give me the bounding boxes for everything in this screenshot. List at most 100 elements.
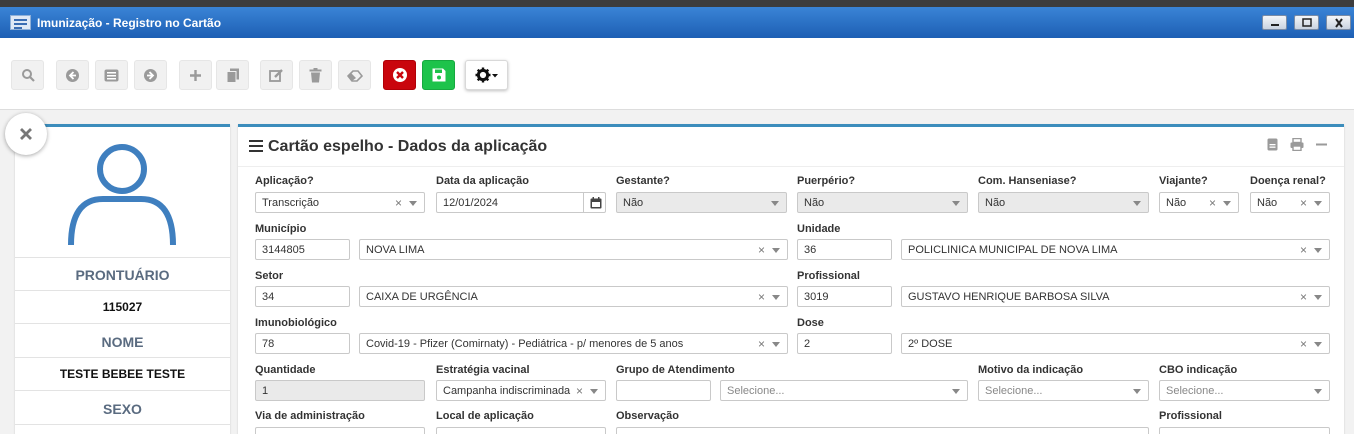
chevron-down-icon (1314, 295, 1322, 300)
plus-icon (190, 69, 201, 81)
profissional-label: Profissional (797, 270, 860, 282)
chevron-down-icon (772, 342, 780, 347)
close-window-button[interactable] (1326, 15, 1351, 30)
doenca-renal-select[interactable]: Não × (1250, 192, 1330, 213)
dose-select[interactable]: 2º DOSE × (901, 333, 1330, 354)
clear-selection-icon[interactable]: × (758, 337, 765, 351)
setor-label: Setor (255, 270, 284, 282)
clear-selection-icon[interactable]: × (1300, 243, 1307, 257)
imunobiologico-select-text: Covid-19 - Pfizer (Comirnaty) - Pediátri… (366, 338, 684, 350)
local-select[interactable] (436, 427, 606, 434)
dose-label: Dose (797, 317, 824, 329)
clear-selection-icon[interactable]: × (1300, 290, 1307, 304)
copy-button[interactable] (216, 60, 249, 90)
next-button[interactable] (134, 60, 167, 90)
clear-selection-icon[interactable]: × (1300, 196, 1307, 210)
gestante-select: Não (616, 192, 787, 213)
add-button[interactable] (179, 60, 212, 90)
minimize-window-button[interactable] (1262, 15, 1287, 30)
viajante-select[interactable]: Não × (1159, 192, 1239, 213)
maximize-icon (1301, 18, 1312, 27)
prontuario-value: 115027 (102, 300, 143, 314)
document-icon[interactable] (1267, 138, 1278, 151)
profissional-code-input[interactable]: 3019 (797, 286, 892, 307)
unidade-code-input[interactable]: 36 (797, 239, 892, 260)
via-label: Via de administração (255, 410, 365, 422)
minimize-panel-icon[interactable] (1316, 138, 1327, 151)
imunobiologico-code-input[interactable]: 78 (255, 333, 350, 354)
unidade-select[interactable]: POLICLINICA MUNICIPAL DE NOVA LIMA × (901, 239, 1330, 260)
estrategia-label: Estratégia vacinal (436, 364, 530, 376)
estrategia-select[interactable]: Campanha indiscriminada × (436, 380, 606, 401)
setor-select[interactable]: CAIXA DE URGÊNCIA × (359, 286, 788, 307)
imunobiologico-select[interactable]: Covid-19 - Pfizer (Comirnaty) - Pediátri… (359, 333, 788, 354)
clear-selection-icon[interactable]: × (1300, 337, 1307, 351)
grupo-select[interactable]: Selecione... (720, 380, 968, 401)
setor-select-text: CAIXA DE URGÊNCIA (366, 291, 478, 303)
menu-icon (249, 140, 263, 152)
gestante-label: Gestante? (616, 175, 670, 187)
cbo-label: CBO indicação (1159, 364, 1238, 376)
data-aplicacao-input[interactable]: 12/01/2024 (436, 192, 606, 213)
clear-selection-icon[interactable]: × (395, 196, 402, 210)
puerperio-select-text: Não (804, 197, 825, 209)
observacao-label: Observação (616, 410, 679, 422)
panel-title: Cartão espelho - Dados da aplicação (268, 138, 548, 155)
grupo-code-input[interactable] (616, 380, 711, 401)
profissional2-select[interactable] (1159, 427, 1330, 434)
patient-profile-panel: PRONTUÁRIO 115027 NOME TESTE BEBEE TESTE… (15, 124, 230, 434)
calendar-icon[interactable] (590, 197, 602, 209)
close-profile-button[interactable] (5, 113, 47, 155)
app-icon (10, 15, 31, 30)
clear-selection-icon[interactable]: × (576, 384, 583, 398)
cbo-select[interactable]: Selecione... (1159, 380, 1330, 401)
unidade-select-text: POLICLINICA MUNICIPAL DE NOVA LIMA (908, 244, 1118, 256)
list-icon (104, 69, 119, 81)
local-label: Local de aplicação (436, 410, 534, 422)
imunobiologico-label: Imunobiológico (255, 317, 337, 329)
clear-selection-icon[interactable]: × (758, 290, 765, 304)
viajante-select-text: Não (1166, 197, 1187, 209)
profissional-select[interactable]: GUSTAVO HENRIQUE BARBOSA SILVA × (901, 286, 1330, 307)
profissional-select-text: GUSTAVO HENRIQUE BARBOSA SILVA (908, 291, 1110, 303)
save-button[interactable] (422, 60, 455, 90)
clear-selection-icon[interactable]: × (1209, 196, 1216, 210)
quantidade-input-text: 1 (262, 385, 269, 397)
aplicacao-select-text: Transcrição (262, 197, 320, 209)
municipio-select[interactable]: NOVA LIMA × (359, 239, 788, 260)
dose-select-text: 2º DOSE (908, 338, 953, 350)
save-icon (432, 68, 445, 82)
municipio-select-text: NOVA LIMA (366, 244, 425, 256)
dose-code-input[interactable]: 2 (797, 333, 892, 354)
aplicacao-select[interactable]: Transcrição × (255, 192, 425, 213)
minimize-icon (1270, 23, 1279, 26)
via-select[interactable] (255, 427, 425, 434)
cancel-button[interactable] (383, 60, 416, 90)
clear-button[interactable] (338, 60, 371, 90)
imunobiologico-code-input-text: 78 (262, 338, 275, 350)
search-button[interactable] (11, 60, 44, 90)
motivo-select-text: Selecione... (985, 385, 1043, 397)
print-icon[interactable] (1290, 138, 1304, 151)
list-button[interactable] (95, 60, 128, 90)
panel-header: Cartão espelho - Dados da aplicação (238, 127, 1344, 167)
edit-button[interactable] (260, 60, 293, 90)
delete-button[interactable] (299, 60, 332, 90)
hanseniase-select-text: Não (985, 197, 1006, 209)
maximize-window-button[interactable] (1294, 15, 1319, 30)
setor-code-input[interactable]: 34 (255, 286, 350, 307)
eraser-icon (346, 69, 363, 82)
settings-button[interactable] (465, 60, 508, 90)
cbo-select-text: Selecione... (1166, 385, 1224, 397)
previous-button[interactable] (56, 60, 89, 90)
motivo-label: Motivo da indicação (978, 364, 1084, 376)
close-icon (20, 128, 32, 140)
motivo-select[interactable]: Selecione... (978, 380, 1149, 401)
sexo-label: SEXO (103, 401, 142, 417)
observacao-input[interactable] (616, 427, 1149, 434)
municipio-code-input[interactable]: 3144805 (255, 239, 350, 260)
application-data-panel: Cartão espelho - Dados da aplicação Apli… (238, 124, 1344, 434)
chevron-down-icon (1314, 201, 1322, 206)
clear-selection-icon[interactable]: × (758, 243, 765, 257)
prontuario-label: PRONTUÁRIO (75, 267, 170, 283)
